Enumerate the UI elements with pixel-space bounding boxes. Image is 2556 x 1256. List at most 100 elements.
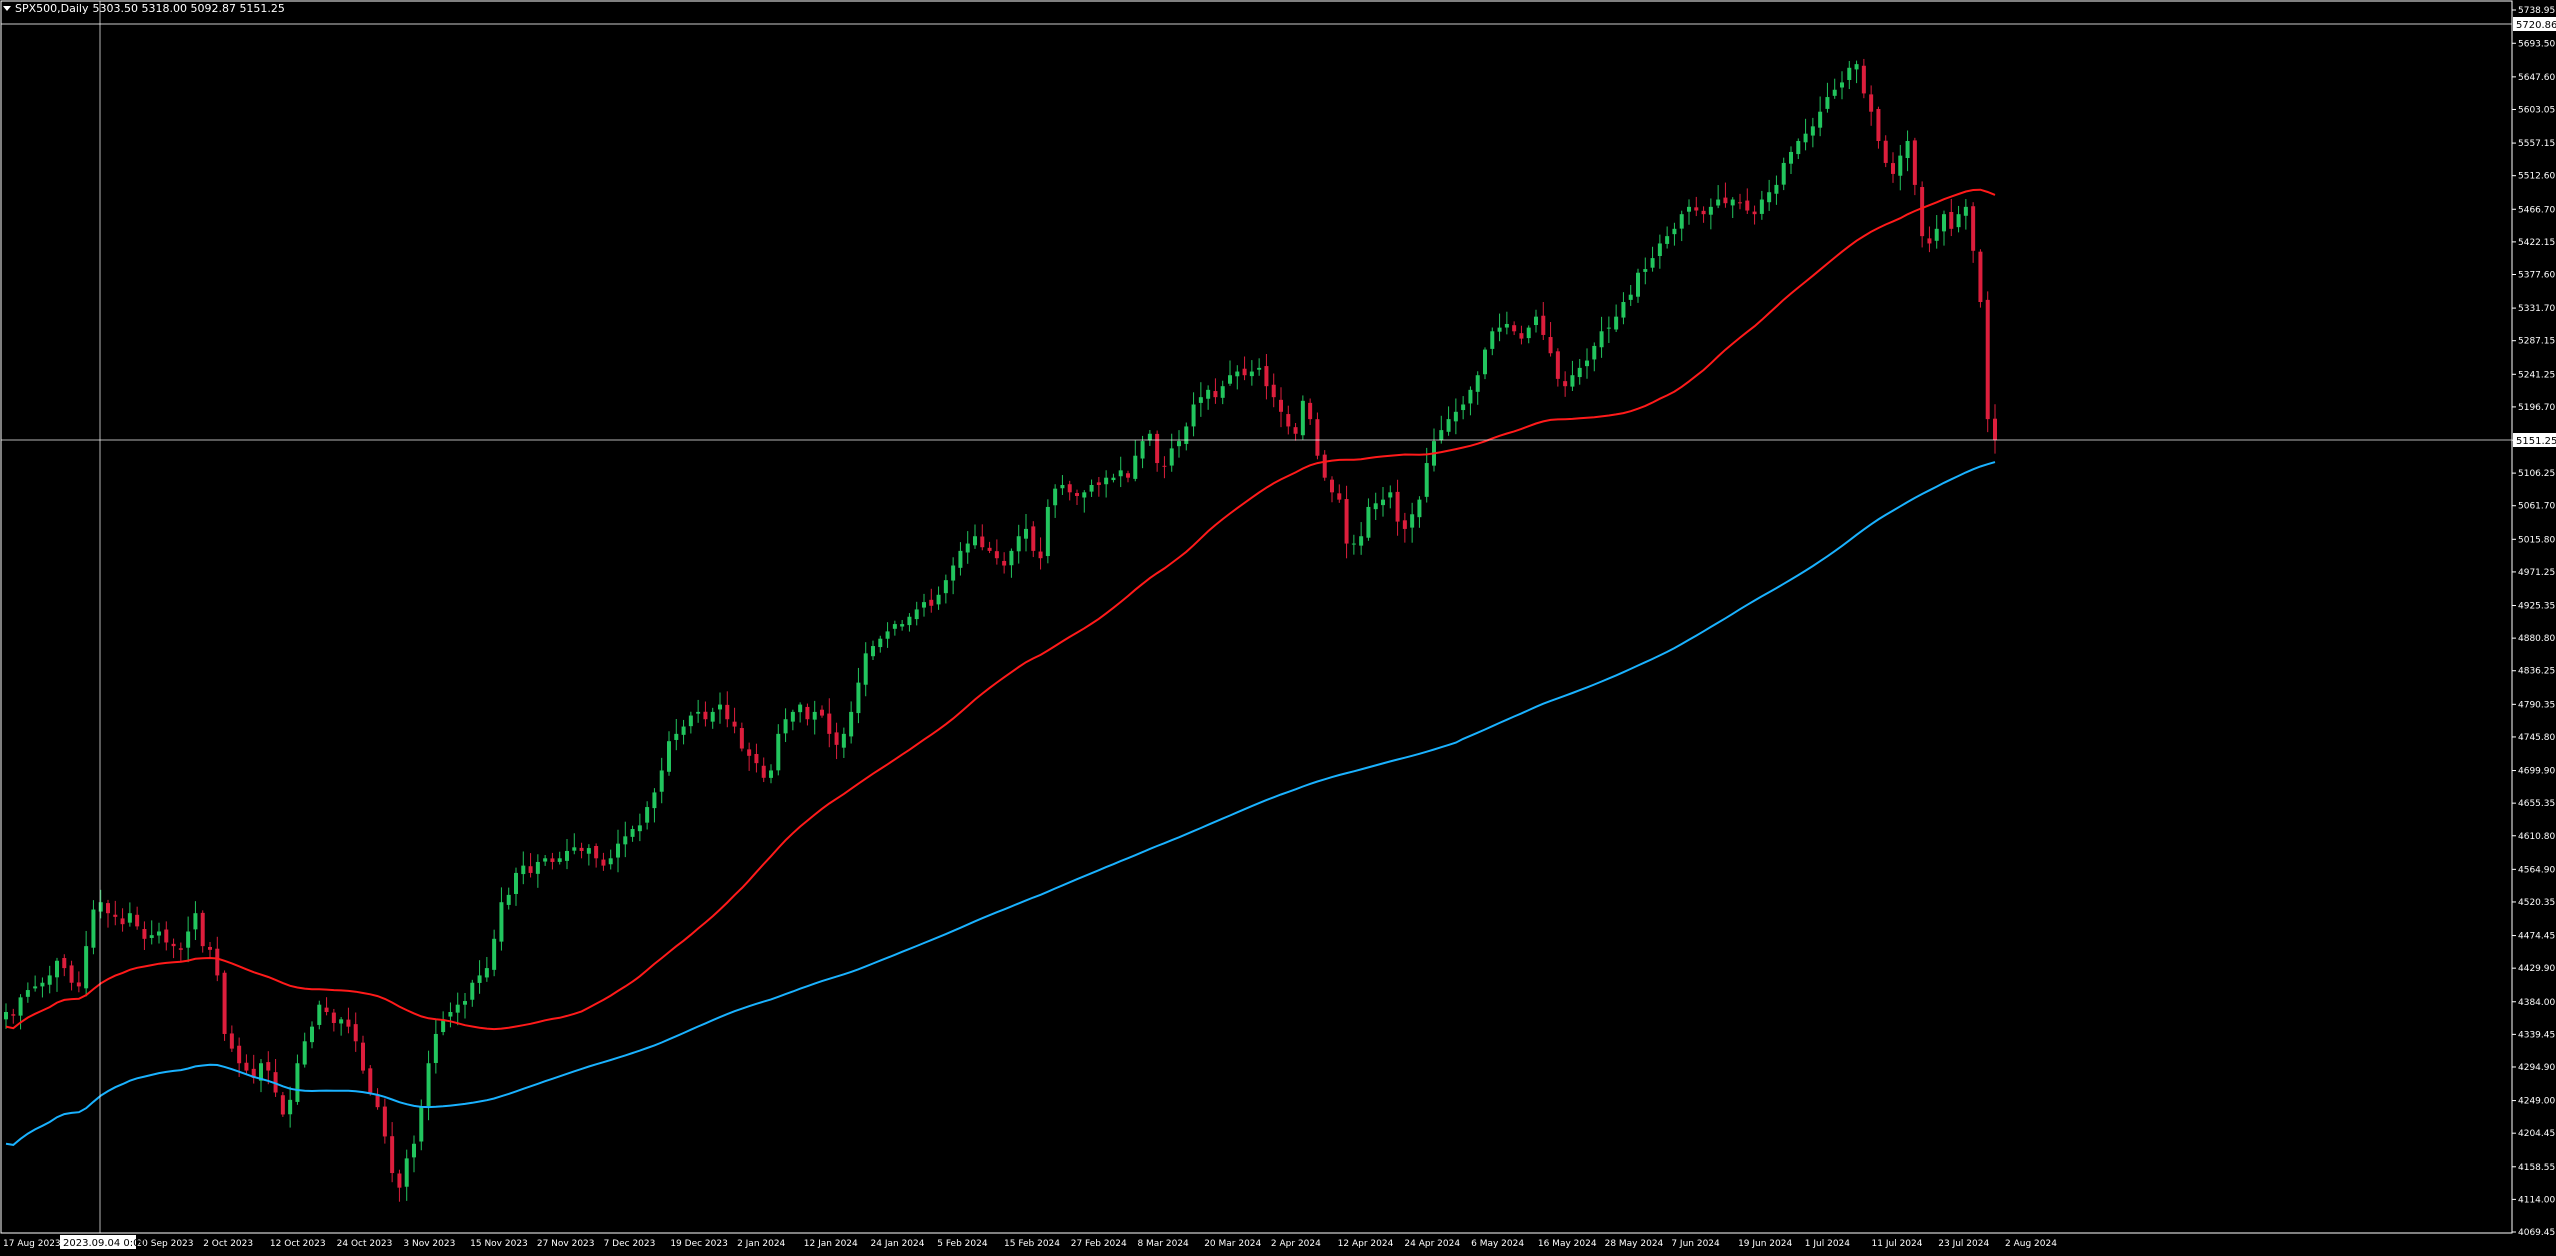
candle-body bbox=[1577, 367, 1582, 378]
x-tick-label: 19 Jun 2024 bbox=[1738, 1239, 1792, 1249]
x-tick-label: 27 Feb 2024 bbox=[1071, 1239, 1127, 1249]
candle-body bbox=[288, 1099, 293, 1115]
candle-body bbox=[1381, 499, 1385, 506]
y-tick-label: 4339.45 bbox=[2518, 1030, 2555, 1040]
candle-body bbox=[266, 1062, 271, 1071]
candle-body bbox=[586, 848, 591, 854]
candle-body bbox=[922, 602, 926, 608]
candle-body bbox=[244, 1062, 249, 1071]
candle-body bbox=[178, 948, 183, 950]
candle-body bbox=[1628, 294, 1633, 300]
candle-body bbox=[40, 982, 45, 987]
price-chart[interactable]: 5738.95 5693.50 5647.60 5603.05 5557.15 5512.… bbox=[0, 0, 2556, 1256]
candle-body bbox=[863, 653, 868, 685]
candle-body bbox=[1111, 477, 1116, 481]
candle-body bbox=[1818, 111, 1823, 128]
candle-body bbox=[980, 536, 985, 548]
candle-body bbox=[637, 825, 642, 832]
y-tick-label: 4474.45 bbox=[2518, 932, 2555, 942]
x-tick-label: 5 Feb 2024 bbox=[937, 1239, 988, 1249]
candle-body bbox=[1978, 251, 1983, 303]
candle-body bbox=[1694, 207, 1699, 211]
y-tick-label: 5287.15 bbox=[2518, 337, 2555, 347]
candle-body bbox=[1468, 389, 1473, 404]
candle-body bbox=[1767, 192, 1772, 203]
y-tick-label: 4069.45 bbox=[2518, 1228, 2555, 1238]
candle-body bbox=[1534, 316, 1538, 326]
y-tick-label: 4294.90 bbox=[2518, 1063, 2555, 1073]
candle-body bbox=[958, 550, 963, 568]
candle-body bbox=[477, 975, 482, 983]
candle-body bbox=[623, 836, 628, 845]
candle-body bbox=[798, 704, 803, 713]
candle-body bbox=[769, 770, 773, 778]
candle-body bbox=[1235, 371, 1240, 377]
candle-body bbox=[433, 1033, 438, 1063]
candle-body bbox=[645, 807, 650, 823]
candle-body bbox=[1708, 206, 1713, 215]
candle-body bbox=[783, 719, 788, 734]
price-tag: 5151.25 bbox=[2513, 433, 2556, 447]
date-tag: 2023.09.04 0:00 bbox=[60, 1235, 146, 1249]
candle-body bbox=[1089, 485, 1094, 492]
candle-body bbox=[1563, 381, 1568, 387]
x-tick-label: 27 Nov 2023 bbox=[537, 1239, 595, 1249]
y-tick-label: 4880.80 bbox=[2518, 634, 2555, 644]
candle-body bbox=[1031, 526, 1036, 551]
candle-body bbox=[1038, 551, 1043, 559]
candle-body bbox=[215, 948, 220, 976]
candle-body bbox=[1024, 528, 1028, 539]
x-tick-label: 28 May 2024 bbox=[1605, 1239, 1664, 1249]
candle-body bbox=[1956, 214, 1961, 228]
candle-body bbox=[543, 858, 548, 862]
y-tick-label: 5693.50 bbox=[2518, 39, 2555, 49]
x-tick-label: 24 Oct 2023 bbox=[337, 1239, 393, 1249]
candle-body bbox=[1009, 550, 1014, 566]
candle-body bbox=[1293, 427, 1298, 434]
candle-body bbox=[1271, 384, 1276, 398]
candle-body bbox=[361, 1042, 365, 1071]
candle-body bbox=[382, 1106, 387, 1137]
candle-body bbox=[1643, 269, 1648, 272]
candle-body bbox=[1497, 327, 1502, 332]
candle-body bbox=[841, 733, 846, 748]
candle-body bbox=[1869, 94, 1874, 112]
y-tick-label: 5106.25 bbox=[2518, 469, 2555, 479]
candle-body bbox=[1963, 206, 1968, 216]
candle-body bbox=[1395, 491, 1400, 522]
y-tick-label: 5377.60 bbox=[2518, 270, 2555, 280]
candle-body bbox=[25, 990, 30, 997]
x-tick-label: 15 Feb 2024 bbox=[1004, 1239, 1060, 1249]
candle-body bbox=[688, 715, 693, 727]
candle-body bbox=[1118, 470, 1123, 477]
candle-body bbox=[849, 711, 854, 737]
candle-body bbox=[506, 894, 511, 905]
candle-body bbox=[1905, 140, 1910, 159]
chart-area[interactable]: 5738.95 5693.50 5647.60 5603.05 5557.15 5512.… bbox=[0, 0, 2556, 1256]
candle-body bbox=[1096, 482, 1101, 486]
candle-body bbox=[601, 859, 606, 866]
y-tick-label: 4699.90 bbox=[2518, 767, 2555, 777]
candle-body bbox=[499, 902, 504, 942]
menu-triangle-icon[interactable] bbox=[3, 6, 11, 11]
candle-body bbox=[1781, 162, 1786, 185]
candle-body bbox=[1264, 366, 1269, 387]
candle-body bbox=[1446, 419, 1451, 432]
top-price-tag: 5720.86 bbox=[2513, 17, 2556, 31]
candle-body bbox=[84, 946, 89, 989]
ohlc-label: 5303.50 5318.00 5092.87 5151.25 bbox=[92, 2, 285, 15]
candle bbox=[1978, 249, 1983, 308]
candle-body bbox=[200, 912, 205, 947]
candle-body bbox=[324, 1007, 329, 1013]
candle-body bbox=[222, 972, 227, 1034]
candle-body bbox=[331, 1012, 336, 1023]
candle-body bbox=[1614, 316, 1619, 330]
candle-body bbox=[914, 609, 919, 620]
candle-body bbox=[484, 968, 489, 978]
candle bbox=[1315, 412, 1320, 460]
candle-body bbox=[1679, 214, 1684, 229]
candle-body bbox=[1286, 414, 1291, 427]
symbol-label: SPX500,Daily bbox=[15, 2, 89, 15]
candle-body bbox=[1366, 506, 1371, 538]
x-tick-label: 12 Jan 2024 bbox=[804, 1239, 858, 1249]
